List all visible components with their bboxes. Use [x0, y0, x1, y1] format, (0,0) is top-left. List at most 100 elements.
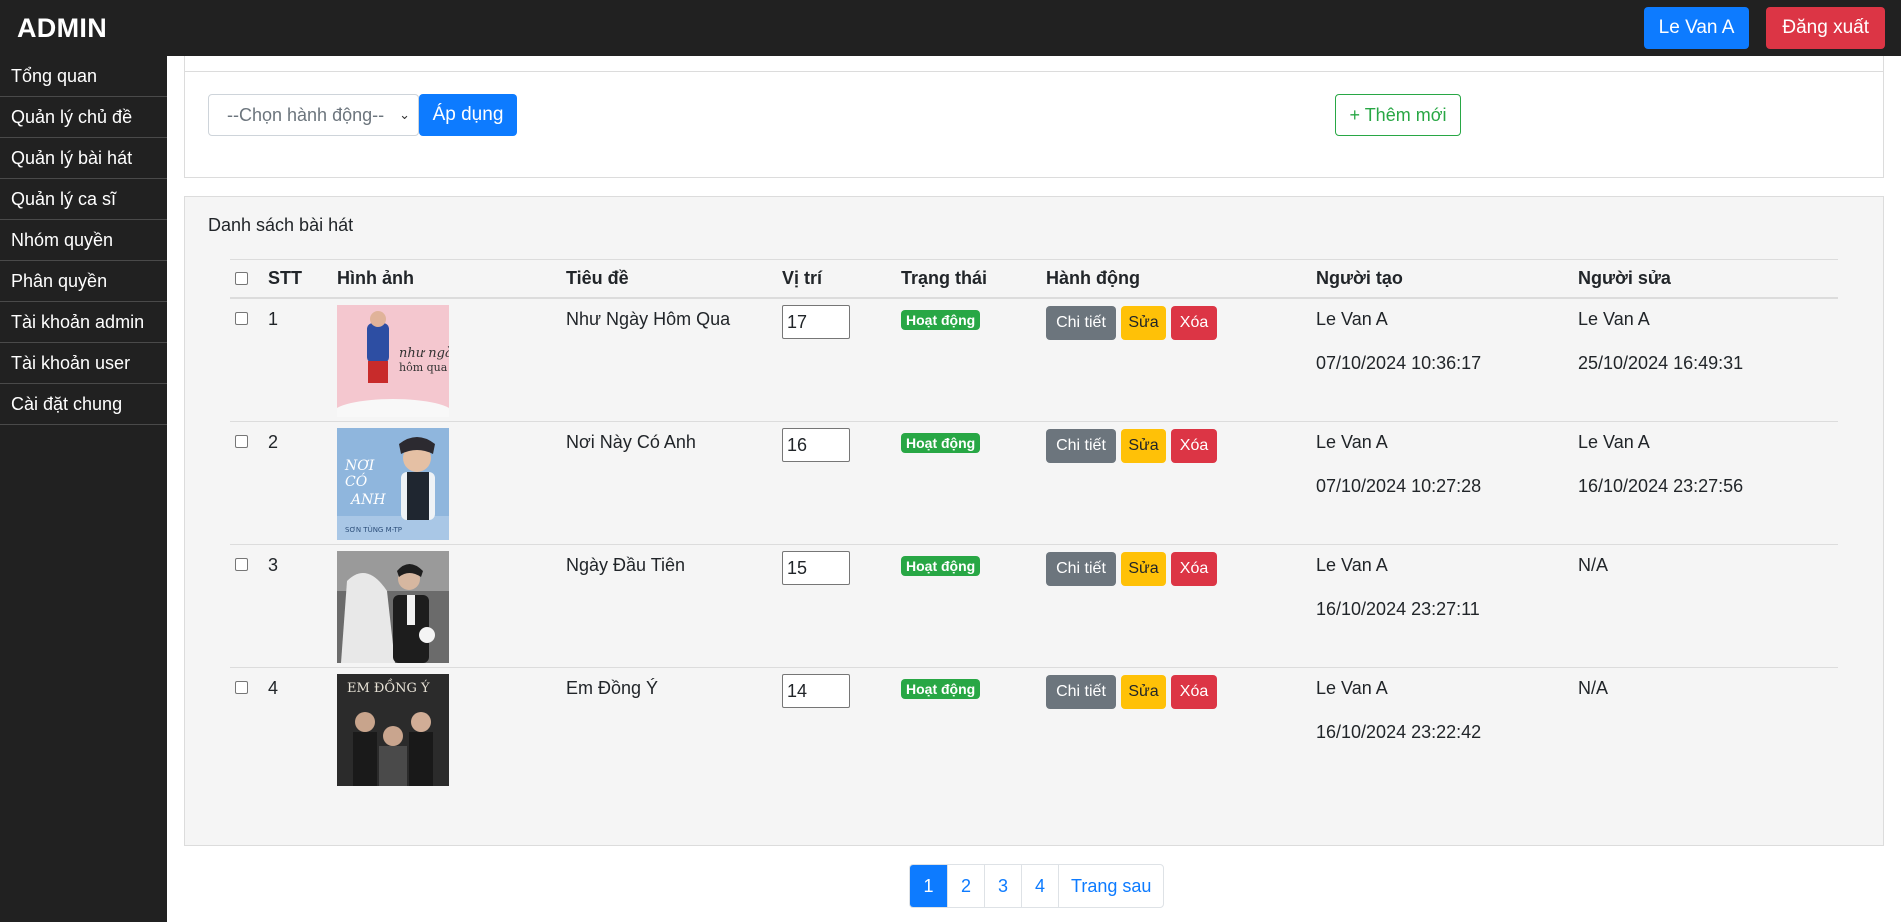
detail-button[interactable]: Chi tiết: [1046, 675, 1116, 709]
col-position: Vị trí: [782, 268, 823, 288]
table-row: 4 EM ĐỒNG Ý Em Đồng Ý 14 Hoạt động Chi t…: [230, 668, 1838, 791]
status-badge[interactable]: Hoạt động: [901, 310, 981, 330]
detail-button[interactable]: Chi tiết: [1046, 552, 1116, 586]
row-checkbox[interactable]: [235, 312, 248, 325]
header-actions: Le Van A Đăng xuất: [1643, 7, 1885, 49]
row-checkbox[interactable]: [235, 681, 248, 694]
sidebar-item-songs[interactable]: Quản lý bài hát: [0, 138, 167, 179]
col-action: Hành động: [1046, 268, 1140, 288]
row-checkbox[interactable]: [235, 435, 248, 448]
created-at: 16/10/2024 23:27:11: [1316, 599, 1480, 619]
sidebar-item-settings[interactable]: Cài đặt chung: [0, 384, 167, 425]
table-header: STT Hình ảnh Tiêu đề Vị trí Trạng thái H…: [230, 259, 1838, 299]
detail-button[interactable]: Chi tiết: [1046, 429, 1116, 463]
page-3-button[interactable]: 3: [984, 865, 1021, 907]
main-content: --Chọn hành động-- ⌄ Áp dụng + Thêm mới …: [167, 56, 1901, 922]
svg-text:CÓ: CÓ: [345, 472, 368, 490]
song-title: Nơi Này Có Anh: [566, 432, 696, 452]
toolbar-card: --Chọn hành động-- ⌄ Áp dụng + Thêm mới: [184, 56, 1884, 178]
edit-button[interactable]: Sửa: [1121, 675, 1166, 709]
position-input[interactable]: 17: [782, 305, 850, 339]
delete-button[interactable]: Xóa: [1171, 429, 1217, 463]
status-badge[interactable]: Hoạt động: [901, 433, 981, 453]
col-image: Hình ảnh: [337, 268, 414, 288]
action-select[interactable]: --Chọn hành động-- ⌄: [208, 94, 419, 136]
editor-name: N/A: [1578, 555, 1609, 575]
sidebar-item-user-accounts[interactable]: Tài khoản user: [0, 343, 167, 384]
edit-button[interactable]: Sửa: [1121, 429, 1166, 463]
row-stt: 2: [268, 432, 279, 452]
apply-button[interactable]: Áp dụng: [419, 94, 517, 136]
delete-button[interactable]: Xóa: [1171, 306, 1217, 340]
song-cover-image[interactable]: [337, 551, 449, 663]
col-creator: Người tạo: [1316, 268, 1403, 288]
svg-text:SƠN TÙNG M-TP: SƠN TÙNG M-TP: [345, 525, 402, 534]
songs-table: STT Hình ảnh Tiêu đề Vị trí Trạng thái H…: [230, 259, 1838, 791]
sidebar-item-singers[interactable]: Quản lý ca sĩ: [0, 179, 167, 220]
song-cover-image[interactable]: EM ĐỒNG Ý: [337, 674, 449, 786]
song-cover-image[interactable]: NƠI CÓ ANH SƠN TÙNG M-TP: [337, 428, 449, 540]
creator-name: Le Van A: [1316, 309, 1388, 329]
edited-at: 25/10/2024 16:49:31: [1578, 353, 1744, 373]
sidebar-item-overview[interactable]: Tổng quan: [0, 56, 167, 97]
page-1-button[interactable]: 1: [910, 865, 947, 907]
table-row: 1 như ngày hôm qua Như Ngày Hôm Qua 17 H…: [230, 299, 1838, 422]
col-status: Trạng thái: [901, 268, 988, 288]
col-editor: Người sửa: [1578, 268, 1671, 288]
status-badge[interactable]: Hoạt động: [901, 679, 981, 699]
col-title: Tiêu đề: [566, 268, 629, 288]
user-button[interactable]: Le Van A: [1643, 7, 1750, 49]
table-row: 2 NƠI CÓ ANH SƠN TÙNG M-TP Nơi Này Có An…: [230, 422, 1838, 545]
logout-button[interactable]: Đăng xuất: [1766, 7, 1885, 49]
svg-text:hôm qua: hôm qua: [399, 361, 448, 374]
page-2-button[interactable]: 2: [947, 865, 984, 907]
edit-button[interactable]: Sửa: [1121, 306, 1166, 340]
svg-text:EM ĐỒNG Ý: EM ĐỒNG Ý: [347, 678, 430, 696]
table-row: 3 Ngày Đầu Tiên 15 Hoạt động Chi tiết Sử…: [230, 545, 1838, 668]
edited-at: 16/10/2024 23:27:56: [1578, 476, 1744, 496]
song-cover-image[interactable]: như ngày hôm qua: [337, 305, 449, 417]
editor-name: N/A: [1578, 678, 1609, 698]
created-at: 16/10/2024 23:22:42: [1316, 722, 1482, 742]
delete-button[interactable]: Xóa: [1171, 552, 1217, 586]
action-select-value: --Chọn hành động--: [227, 104, 385, 125]
sidebar-item-admin-accounts[interactable]: Tài khoản admin: [0, 302, 167, 343]
row-checkbox[interactable]: [235, 558, 248, 571]
divider: [185, 71, 1883, 72]
position-input[interactable]: 14: [782, 674, 850, 708]
top-header: ADMIN Le Van A Đăng xuất: [0, 0, 1901, 56]
creator-name: Le Van A: [1316, 678, 1388, 698]
created-at: 07/10/2024 10:36:17: [1316, 353, 1482, 373]
page-4-button[interactable]: 4: [1021, 865, 1058, 907]
position-input[interactable]: 16: [782, 428, 850, 462]
select-all-checkbox[interactable]: [235, 272, 248, 285]
col-stt: STT: [268, 268, 302, 288]
detail-button[interactable]: Chi tiết: [1046, 306, 1116, 340]
status-badge[interactable]: Hoạt động: [901, 556, 981, 576]
row-stt: 3: [268, 555, 279, 575]
created-at: 07/10/2024 10:27:28: [1316, 476, 1482, 496]
brand-logo[interactable]: ADMIN: [17, 13, 107, 44]
sidebar-item-topics[interactable]: Quản lý chủ đề: [0, 97, 167, 138]
edit-button[interactable]: Sửa: [1121, 552, 1166, 586]
creator-name: Le Van A: [1316, 555, 1388, 575]
song-title: Em Đồng Ý: [566, 678, 659, 698]
pagination: 1 2 3 4 Trang sau: [909, 864, 1165, 908]
next-page-button[interactable]: Trang sau: [1058, 865, 1163, 907]
row-stt: 4: [268, 678, 279, 698]
sidebar-item-roles[interactable]: Nhóm quyền: [0, 220, 167, 261]
svg-text:như ngày: như ngày: [399, 346, 449, 361]
song-list-card: Danh sách bài hát STT Hình ảnh Tiêu đề V…: [184, 196, 1884, 846]
add-new-button[interactable]: + Thêm mới: [1335, 94, 1461, 136]
list-title: Danh sách bài hát: [208, 215, 354, 235]
song-title: Ngày Đầu Tiên: [566, 555, 686, 575]
chevron-down-icon: ⌄: [399, 107, 410, 122]
svg-text:NƠI: NƠI: [344, 458, 375, 474]
delete-button[interactable]: Xóa: [1171, 675, 1217, 709]
editor-name: Le Van A: [1578, 309, 1650, 329]
sidebar-item-permissions[interactable]: Phân quyền: [0, 261, 167, 302]
song-title: Như Ngày Hôm Qua: [566, 309, 731, 329]
svg-text:ANH: ANH: [349, 492, 386, 508]
sidebar: Tổng quan Quản lý chủ đề Quản lý bài hát…: [0, 56, 167, 922]
position-input[interactable]: 15: [782, 551, 850, 585]
